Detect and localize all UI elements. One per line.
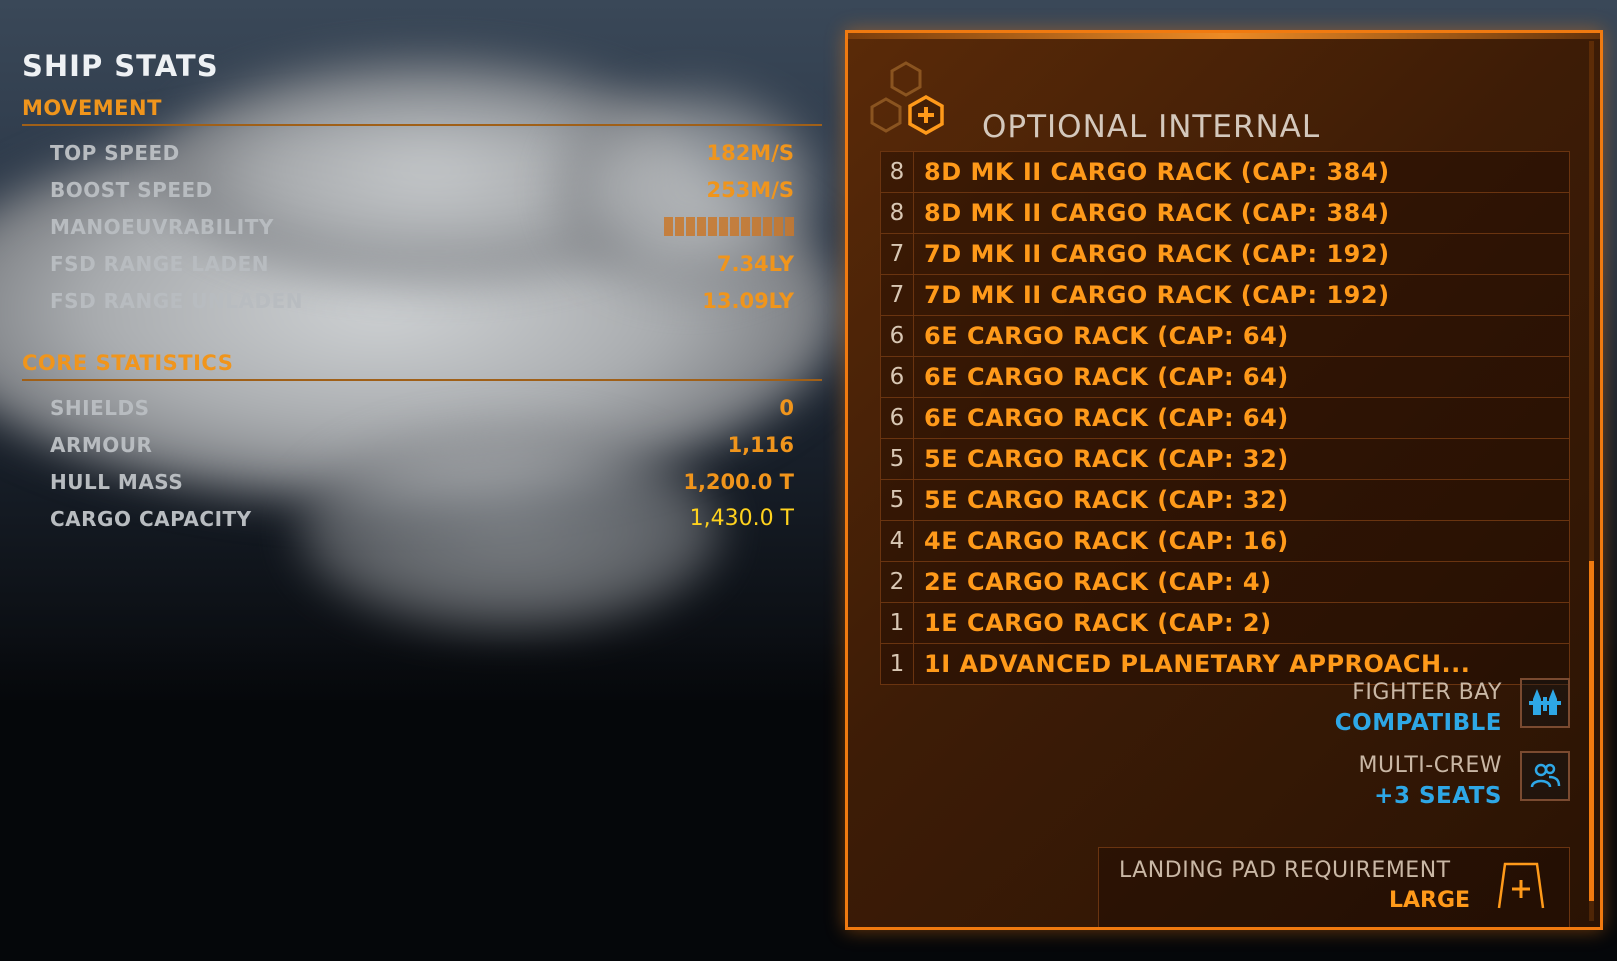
module-row[interactable]: 1 1E CARGO RACK (CAP: 2): [880, 603, 1570, 644]
multi-crew-value: +3 SEATS: [1374, 783, 1502, 809]
stat-value: 182M/S: [706, 140, 794, 165]
stat-label: FSD RANGE UNLADEN: [50, 288, 303, 313]
module-name: 8D MK II CARGO RACK (CAP: 384): [924, 158, 1390, 186]
module-row[interactable]: 8 8D MK II CARGO RACK (CAP: 384): [880, 193, 1570, 234]
module-name: 1E CARGO RACK (CAP: 2): [924, 609, 1272, 637]
manoeuvrability-segment: [785, 217, 794, 236]
manoeuvrability-segment: [741, 217, 750, 236]
module-row[interactable]: 5 5E CARGO RACK (CAP: 32): [880, 480, 1570, 521]
stat-label: FSD RANGE LADEN: [50, 251, 270, 276]
module-size: 6: [881, 316, 914, 356]
module-size: 2: [881, 562, 914, 602]
manoeuvrability-segment: [708, 217, 717, 236]
module-size: 7: [881, 275, 914, 315]
module-size: 8: [881, 152, 914, 192]
panel-title: OPTIONAL INTERNAL: [982, 109, 1321, 145]
module-size: 1: [881, 644, 914, 684]
module-row[interactable]: 8 8D MK II CARGO RACK (CAP: 384): [880, 151, 1570, 193]
module-row[interactable]: 6 6E CARGO RACK (CAP: 64): [880, 316, 1570, 357]
stat-row-armour: ARMOUR 1,116: [22, 426, 822, 463]
stat-value: 13.09LY: [702, 288, 794, 313]
manoeuvrability-segment: [763, 217, 772, 236]
module-name: 6E CARGO RACK (CAP: 64): [924, 404, 1289, 432]
stat-row-hull-mass: HULL MASS 1,200.0 T: [22, 463, 822, 500]
module-size: 5: [881, 480, 914, 520]
movement-heading: MOVEMENT: [22, 88, 822, 126]
manoeuvrability-segment: [686, 217, 695, 236]
module-name: 2E CARGO RACK (CAP: 4): [924, 568, 1272, 596]
module-name: 6E CARGO RACK (CAP: 64): [924, 322, 1289, 350]
stat-label: TOP SPEED: [50, 140, 180, 165]
stat-value: 1,200.0 T: [683, 469, 794, 494]
fighter-bay-value: COMPATIBLE: [1334, 710, 1502, 736]
stat-value: 1,430.0 T: [689, 506, 794, 531]
manoeuvrability-segment: [752, 217, 761, 236]
module-name: 5E CARGO RACK (CAP: 32): [924, 445, 1289, 473]
fighter-bay-label: FIGHTER BAY: [1352, 680, 1502, 705]
manoeuvrability-segment: [774, 217, 783, 236]
module-row[interactable]: 6 6E CARGO RACK (CAP: 64): [880, 398, 1570, 439]
optional-internal-panel: OPTIONAL INTERNAL 8 8D MK II CARGO RACK (…: [845, 30, 1603, 930]
module-name: 4E CARGO RACK (CAP: 16): [924, 527, 1289, 555]
module-size: 1: [881, 603, 914, 643]
landing-pad-icon: [1497, 862, 1545, 909]
module-row[interactable]: 6 6E CARGO RACK (CAP: 64): [880, 357, 1570, 398]
module-name: 7D MK II CARGO RACK (CAP: 192): [924, 281, 1390, 309]
module-list: 8 8D MK II CARGO RACK (CAP: 384) 8 8D MK I…: [880, 151, 1570, 685]
module-list-scrollbar[interactable]: [1589, 41, 1594, 921]
stat-label: ARMOUR: [50, 432, 153, 457]
module-size: 5: [881, 439, 914, 479]
stat-label: HULL MASS: [50, 469, 184, 494]
module-size: 6: [881, 398, 914, 438]
module-row[interactable]: 5 5E CARGO RACK (CAP: 32): [880, 439, 1570, 480]
ship-stats-panel: SHIP STATS MOVEMENT TOP SPEED 182M/S BOO…: [22, 44, 822, 537]
multi-crew-info: MULTI-CREW +3 SEATS: [1310, 751, 1570, 819]
manoeuvrability-segment: [719, 217, 728, 236]
stat-row-fsd-laden: FSD RANGE LADEN 7.34LY: [22, 245, 822, 282]
module-size: 8: [881, 193, 914, 233]
stat-row-manoeuvrability: MANOEUVRABILITY: [22, 208, 822, 245]
scrollbar-thumb[interactable]: [1589, 561, 1594, 901]
stat-label: SHIELDS: [50, 395, 150, 420]
manoeuvrability-bar: [664, 217, 794, 236]
module-name: 7D MK II CARGO RACK (CAP: 192): [924, 240, 1390, 268]
landing-pad-requirement: LANDING PAD REQUIREMENT LARGE: [1098, 847, 1570, 927]
stat-value: 7.34LY: [716, 251, 794, 276]
stat-row-boost-speed: BOOST SPEED 253M/S: [22, 171, 822, 208]
stat-row-fsd-unladen: FSD RANGE UNLADEN 13.09LY: [22, 282, 822, 319]
stat-value: 253M/S: [706, 177, 794, 202]
module-row[interactable]: 4 4E CARGO RACK (CAP: 16): [880, 521, 1570, 562]
stat-label: MANOEUVRABILITY: [50, 214, 274, 239]
stat-value: 1,116: [727, 432, 794, 457]
module-name: 6E CARGO RACK (CAP: 64): [924, 363, 1289, 391]
module-name: 5E CARGO RACK (CAP: 32): [924, 486, 1289, 514]
module-size: 7: [881, 234, 914, 274]
ship-stats-title: SHIP STATS: [22, 49, 219, 83]
module-size: 4: [881, 521, 914, 561]
landing-pad-value: LARGE: [1389, 888, 1471, 913]
stat-row-cargo-capacity: CARGO CAPACITY 1,430.0 T: [22, 500, 822, 537]
manoeuvrability-segment: [675, 217, 684, 236]
fighter-icon: [1520, 678, 1570, 728]
manoeuvrability-segment: [697, 217, 706, 236]
module-name: 8D MK II CARGO RACK (CAP: 384): [924, 199, 1390, 227]
crew-icon: [1520, 751, 1570, 801]
module-size: 6: [881, 357, 914, 397]
module-row[interactable]: 7 7D MK II CARGO RACK (CAP: 192): [880, 275, 1570, 316]
stat-row-top-speed: TOP SPEED 182M/S: [22, 134, 822, 171]
core-statistics-heading: CORE STATISTICS: [22, 343, 822, 381]
stat-value: 0: [779, 395, 794, 420]
manoeuvrability-segment: [730, 217, 739, 236]
module-name: 1I ADVANCED PLANETARY APPROACH...: [924, 650, 1471, 678]
module-row[interactable]: 7 7D MK II CARGO RACK (CAP: 192): [880, 234, 1570, 275]
module-row[interactable]: 2 2E CARGO RACK (CAP: 4): [880, 562, 1570, 603]
stat-label: BOOST SPEED: [50, 177, 213, 202]
stat-row-shields: SHIELDS 0: [22, 389, 822, 426]
manoeuvrability-segment: [664, 217, 673, 236]
landing-pad-label: LANDING PAD REQUIREMENT: [1119, 858, 1451, 883]
multi-crew-label: MULTI-CREW: [1358, 753, 1502, 778]
fighter-bay-info: FIGHTER BAY COMPATIBLE: [1310, 678, 1570, 746]
stat-label: CARGO CAPACITY: [50, 506, 252, 531]
